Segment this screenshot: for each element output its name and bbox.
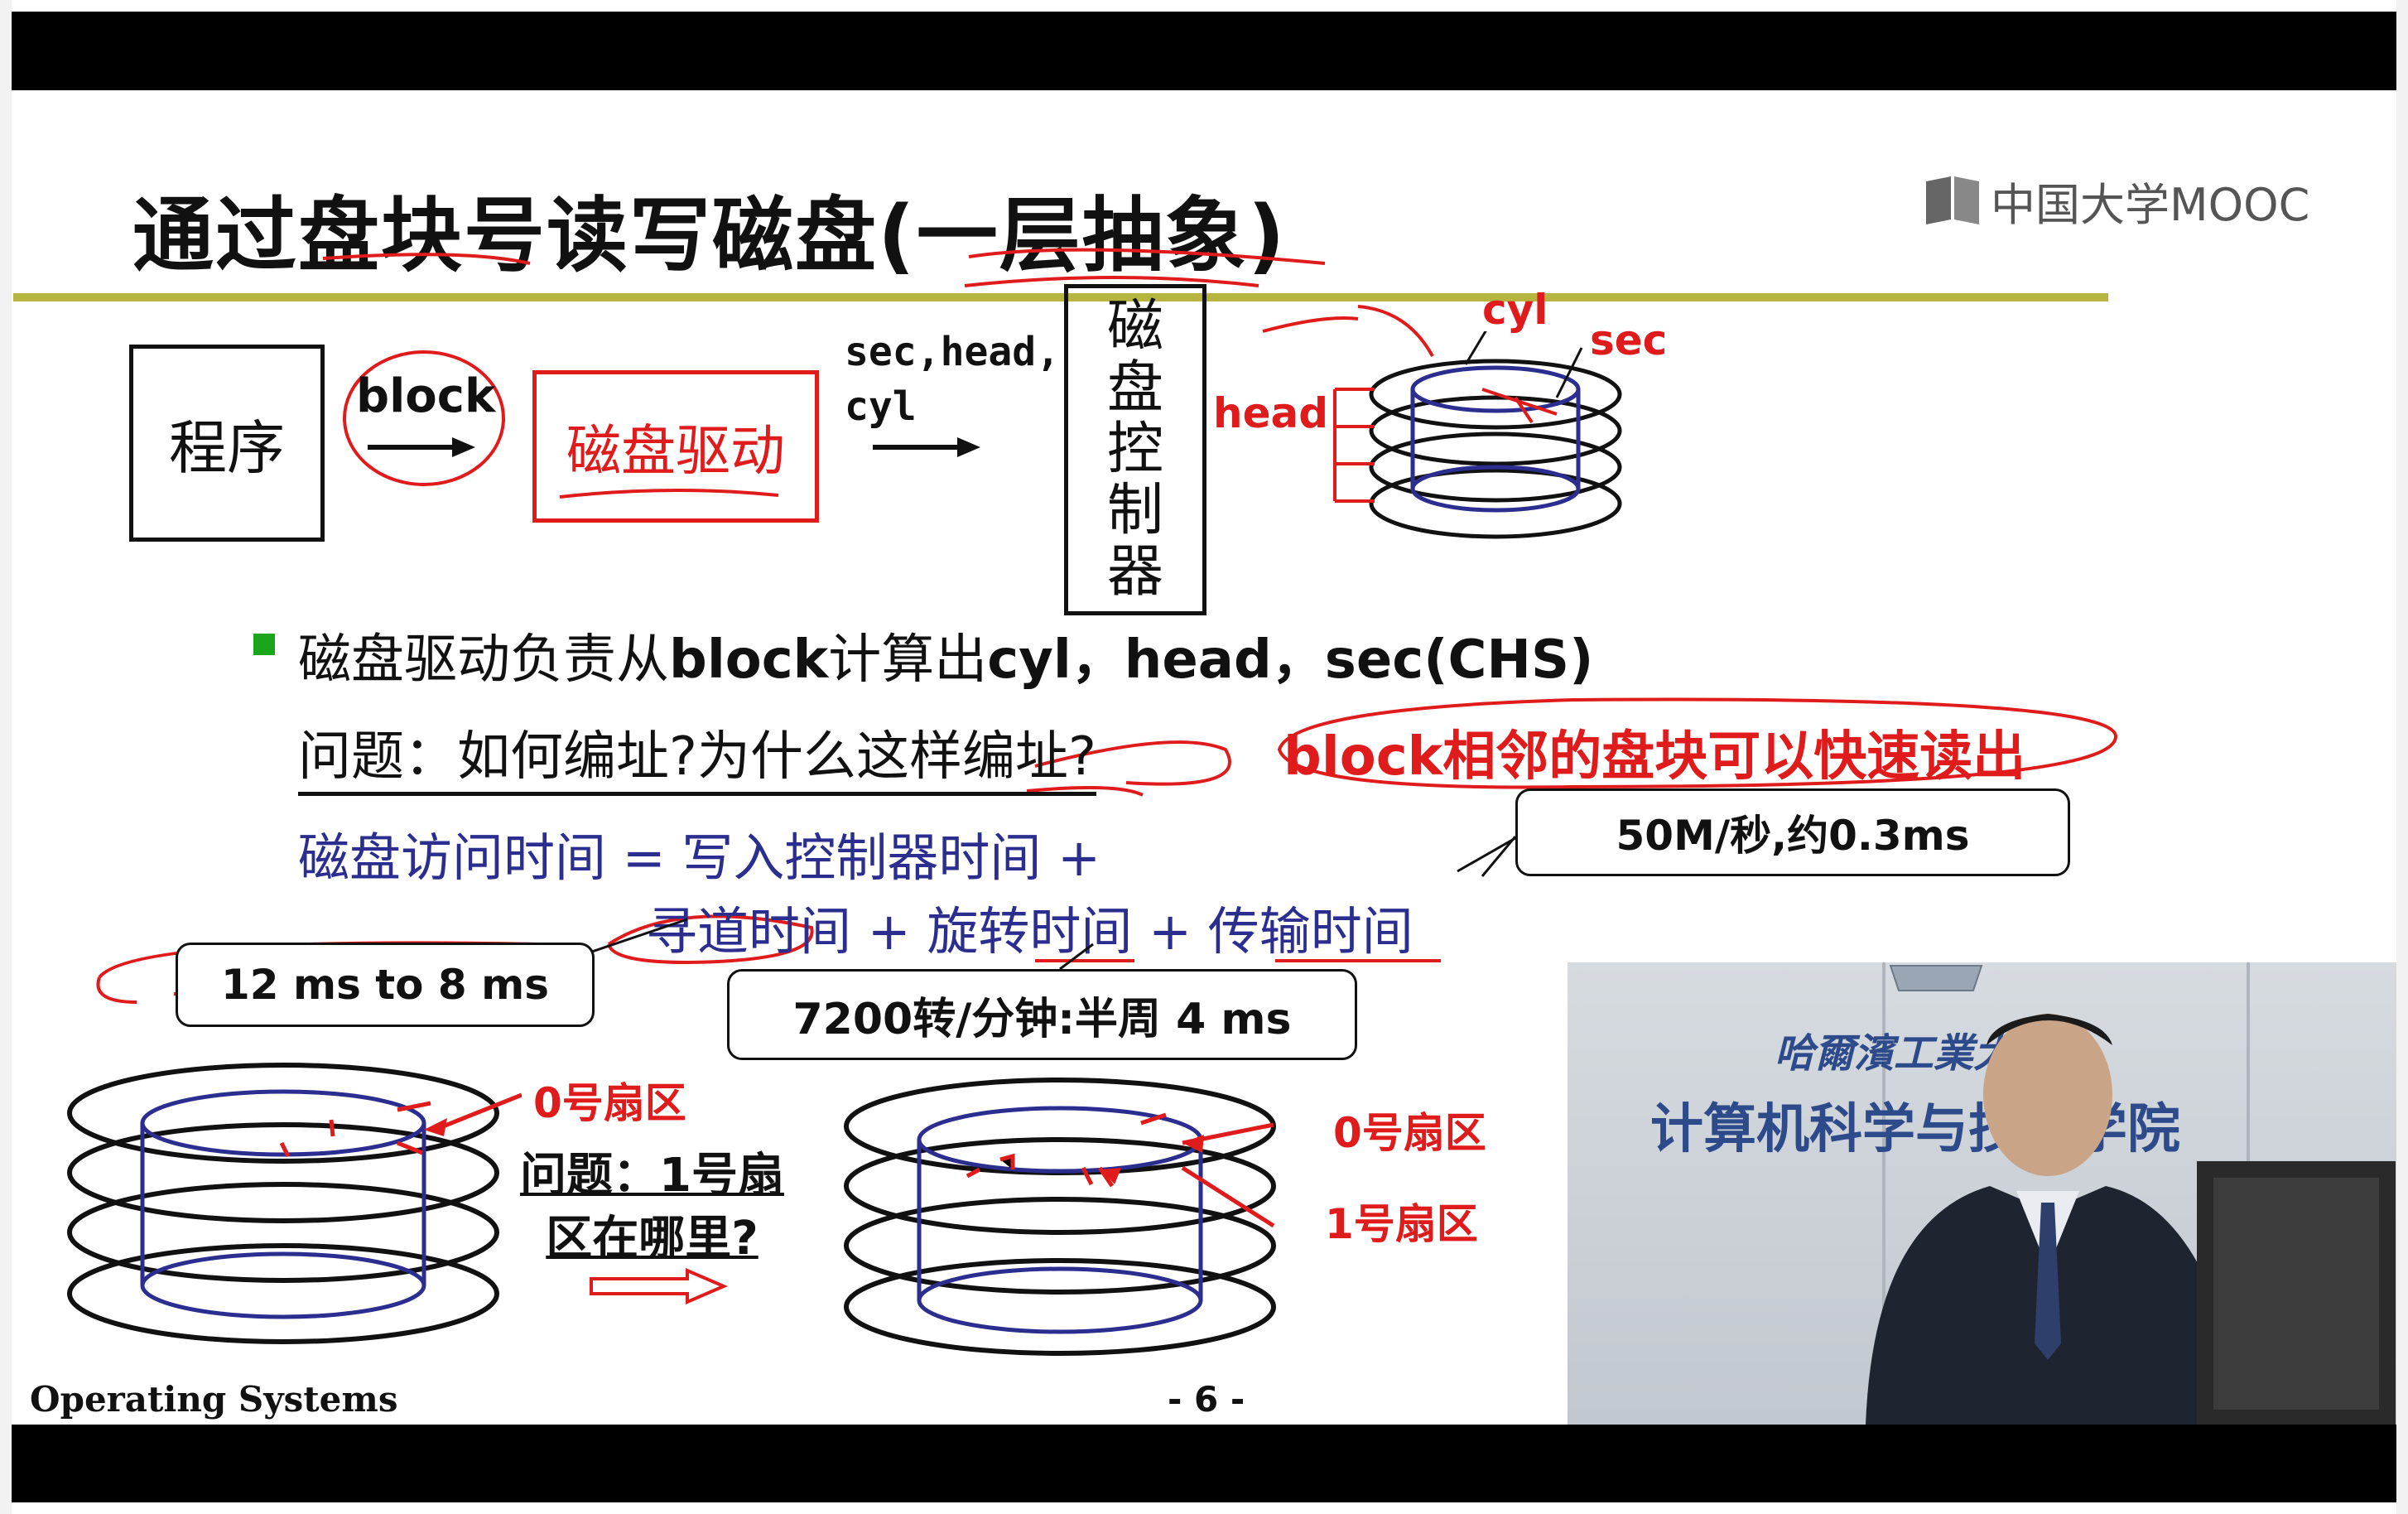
disk-stack-left bbox=[67, 1063, 522, 1344]
question-sector1: 问题：1号扇 区在哪里? bbox=[520, 1145, 784, 1271]
callout-rotation-time: 7200转/分钟:半周 4 ms bbox=[727, 969, 1357, 1060]
letterbox-bottom bbox=[12, 1425, 2396, 1502]
disk-stack-right bbox=[844, 1078, 1276, 1356]
sector0-label-right: 0号扇区 bbox=[1333, 1109, 1486, 1157]
footer-page-number: - 6 - bbox=[1168, 1379, 1245, 1420]
sector1-label-right: 1号扇区 bbox=[1325, 1200, 1478, 1248]
presenter-video[interactable]: 哈爾濱工業大 计算机科学与技术学院 bbox=[1568, 962, 2396, 1425]
presenter-figure bbox=[1866, 1014, 2396, 1425]
sector0-label-left: 0号扇区 bbox=[533, 1079, 686, 1127]
footer-course: Operating Systems bbox=[30, 1379, 398, 1420]
callout-transfer-time: 50M/秒,约0.3ms bbox=[1515, 788, 2070, 876]
callout-seek-time: 12 ms to 8 ms bbox=[176, 943, 595, 1027]
question-sector1-line2: 区在哪里? bbox=[546, 1212, 759, 1266]
question-sector1-line1: 问题：1号扇 bbox=[520, 1149, 784, 1203]
hollow-arrow-icon bbox=[590, 1267, 729, 1305]
hit-emblem-icon bbox=[1889, 965, 1983, 991]
